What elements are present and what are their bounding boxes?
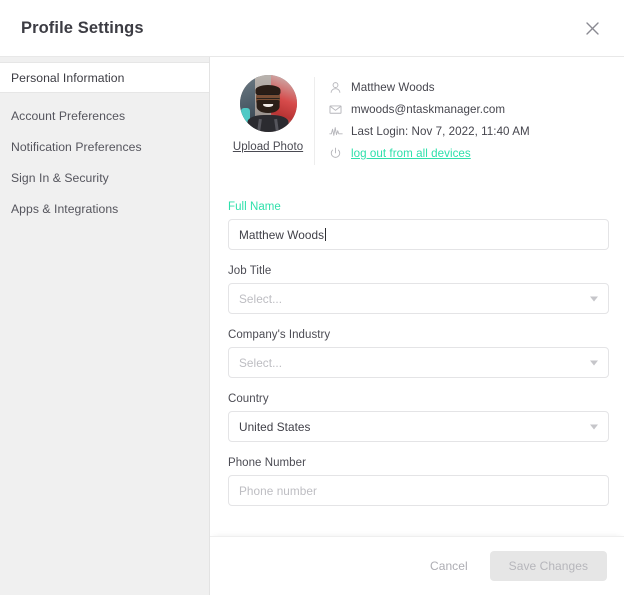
logout-all-devices-link[interactable]: log out from all devices	[351, 147, 471, 160]
full-name-label: Full Name	[228, 201, 281, 213]
profile-info-list: Matthew Woods mwoods@ntaskmanager.com La…	[329, 75, 609, 165]
company-industry-label: Company's Industry	[228, 329, 331, 341]
avatar-column: Upload Photo	[228, 75, 314, 153]
page-title: Profile Settings	[21, 18, 144, 37]
field-full-name: Full Name Matthew Woods	[228, 201, 609, 250]
country-value: United States	[239, 419, 311, 434]
chevron-down-icon	[590, 360, 598, 365]
field-company-industry: Company's Industry Select...	[228, 329, 609, 378]
sidebar-item-label: Apps & Integrations	[11, 201, 119, 216]
content-scroll-area: Upload Photo Matthew Woods mwoods@ntaskm…	[210, 57, 624, 536]
profile-info-row-email: mwoods@ntaskmanager.com	[329, 99, 609, 121]
field-phone-number: Phone Number Phone number	[228, 457, 609, 506]
upload-photo-link[interactable]: Upload Photo	[233, 141, 303, 153]
power-icon	[329, 147, 351, 160]
country-select[interactable]: United States	[228, 411, 609, 442]
profile-last-login-text: Last Login: Nov 7, 2022, 11:40 AM	[351, 125, 530, 139]
profile-info-row-logout[interactable]: log out from all devices	[329, 143, 609, 165]
profile-settings-modal: Profile Settings Personal Information Ac…	[0, 0, 624, 595]
sidebar-item-personal-information[interactable]: Personal Information	[0, 62, 209, 93]
job-title-value: Select...	[239, 291, 283, 306]
close-icon[interactable]	[579, 15, 605, 41]
country-label: Country	[228, 393, 269, 405]
sidebar-item-label: Personal Information	[11, 70, 125, 85]
profile-form: Full Name Matthew Woods Job Title Select…	[223, 201, 609, 506]
sidebar-item-label: Notification Preferences	[11, 139, 142, 154]
modal-footer: Cancel Save Changes	[210, 536, 624, 595]
profile-divider	[314, 77, 315, 165]
avatar	[239, 75, 297, 132]
mail-icon	[329, 103, 351, 116]
sidebar-item-notification-preferences[interactable]: Notification Preferences	[0, 131, 209, 162]
profile-summary: Upload Photo Matthew Woods mwoods@ntaskm…	[223, 75, 609, 165]
phone-number-input[interactable]: Phone number	[228, 475, 609, 506]
full-name-input[interactable]: Matthew Woods	[228, 219, 609, 250]
job-title-label: Job Title	[228, 265, 272, 277]
job-title-select[interactable]: Select...	[228, 283, 609, 314]
profile-name-text: Matthew Woods	[351, 81, 435, 95]
company-industry-select[interactable]: Select...	[228, 347, 609, 378]
sidebar-item-apps-integrations[interactable]: Apps & Integrations	[0, 193, 209, 224]
cancel-button[interactable]: Cancel	[418, 551, 480, 581]
settings-content: Upload Photo Matthew Woods mwoods@ntaskm…	[210, 57, 624, 595]
settings-sidebar: Personal Information Account Preferences…	[0, 57, 210, 595]
profile-email-text: mwoods@ntaskmanager.com	[351, 103, 506, 117]
save-changes-button[interactable]: Save Changes	[489, 551, 607, 581]
field-country: Country United States	[228, 393, 609, 442]
chevron-down-icon	[590, 424, 598, 429]
text-caret	[325, 228, 327, 241]
profile-info-row-name: Matthew Woods	[329, 77, 609, 99]
full-name-value: Matthew Woods	[239, 227, 325, 242]
chevron-down-icon	[590, 296, 598, 301]
sidebar-item-account-preferences[interactable]: Account Preferences	[0, 100, 209, 131]
sidebar-item-label: Sign In & Security	[11, 170, 109, 185]
company-industry-value: Select...	[239, 355, 283, 370]
modal-body: Personal Information Account Preferences…	[0, 57, 624, 595]
sidebar-item-label: Account Preferences	[11, 108, 126, 123]
field-job-title: Job Title Select...	[228, 265, 609, 314]
sidebar-item-sign-in-security[interactable]: Sign In & Security	[0, 162, 209, 193]
profile-info-row-last-login: Last Login: Nov 7, 2022, 11:40 AM	[329, 121, 609, 143]
phone-number-label: Phone Number	[228, 457, 306, 469]
user-icon	[329, 81, 351, 94]
activity-icon	[329, 125, 351, 138]
modal-header: Profile Settings	[0, 0, 624, 57]
phone-number-placeholder: Phone number	[239, 483, 317, 498]
